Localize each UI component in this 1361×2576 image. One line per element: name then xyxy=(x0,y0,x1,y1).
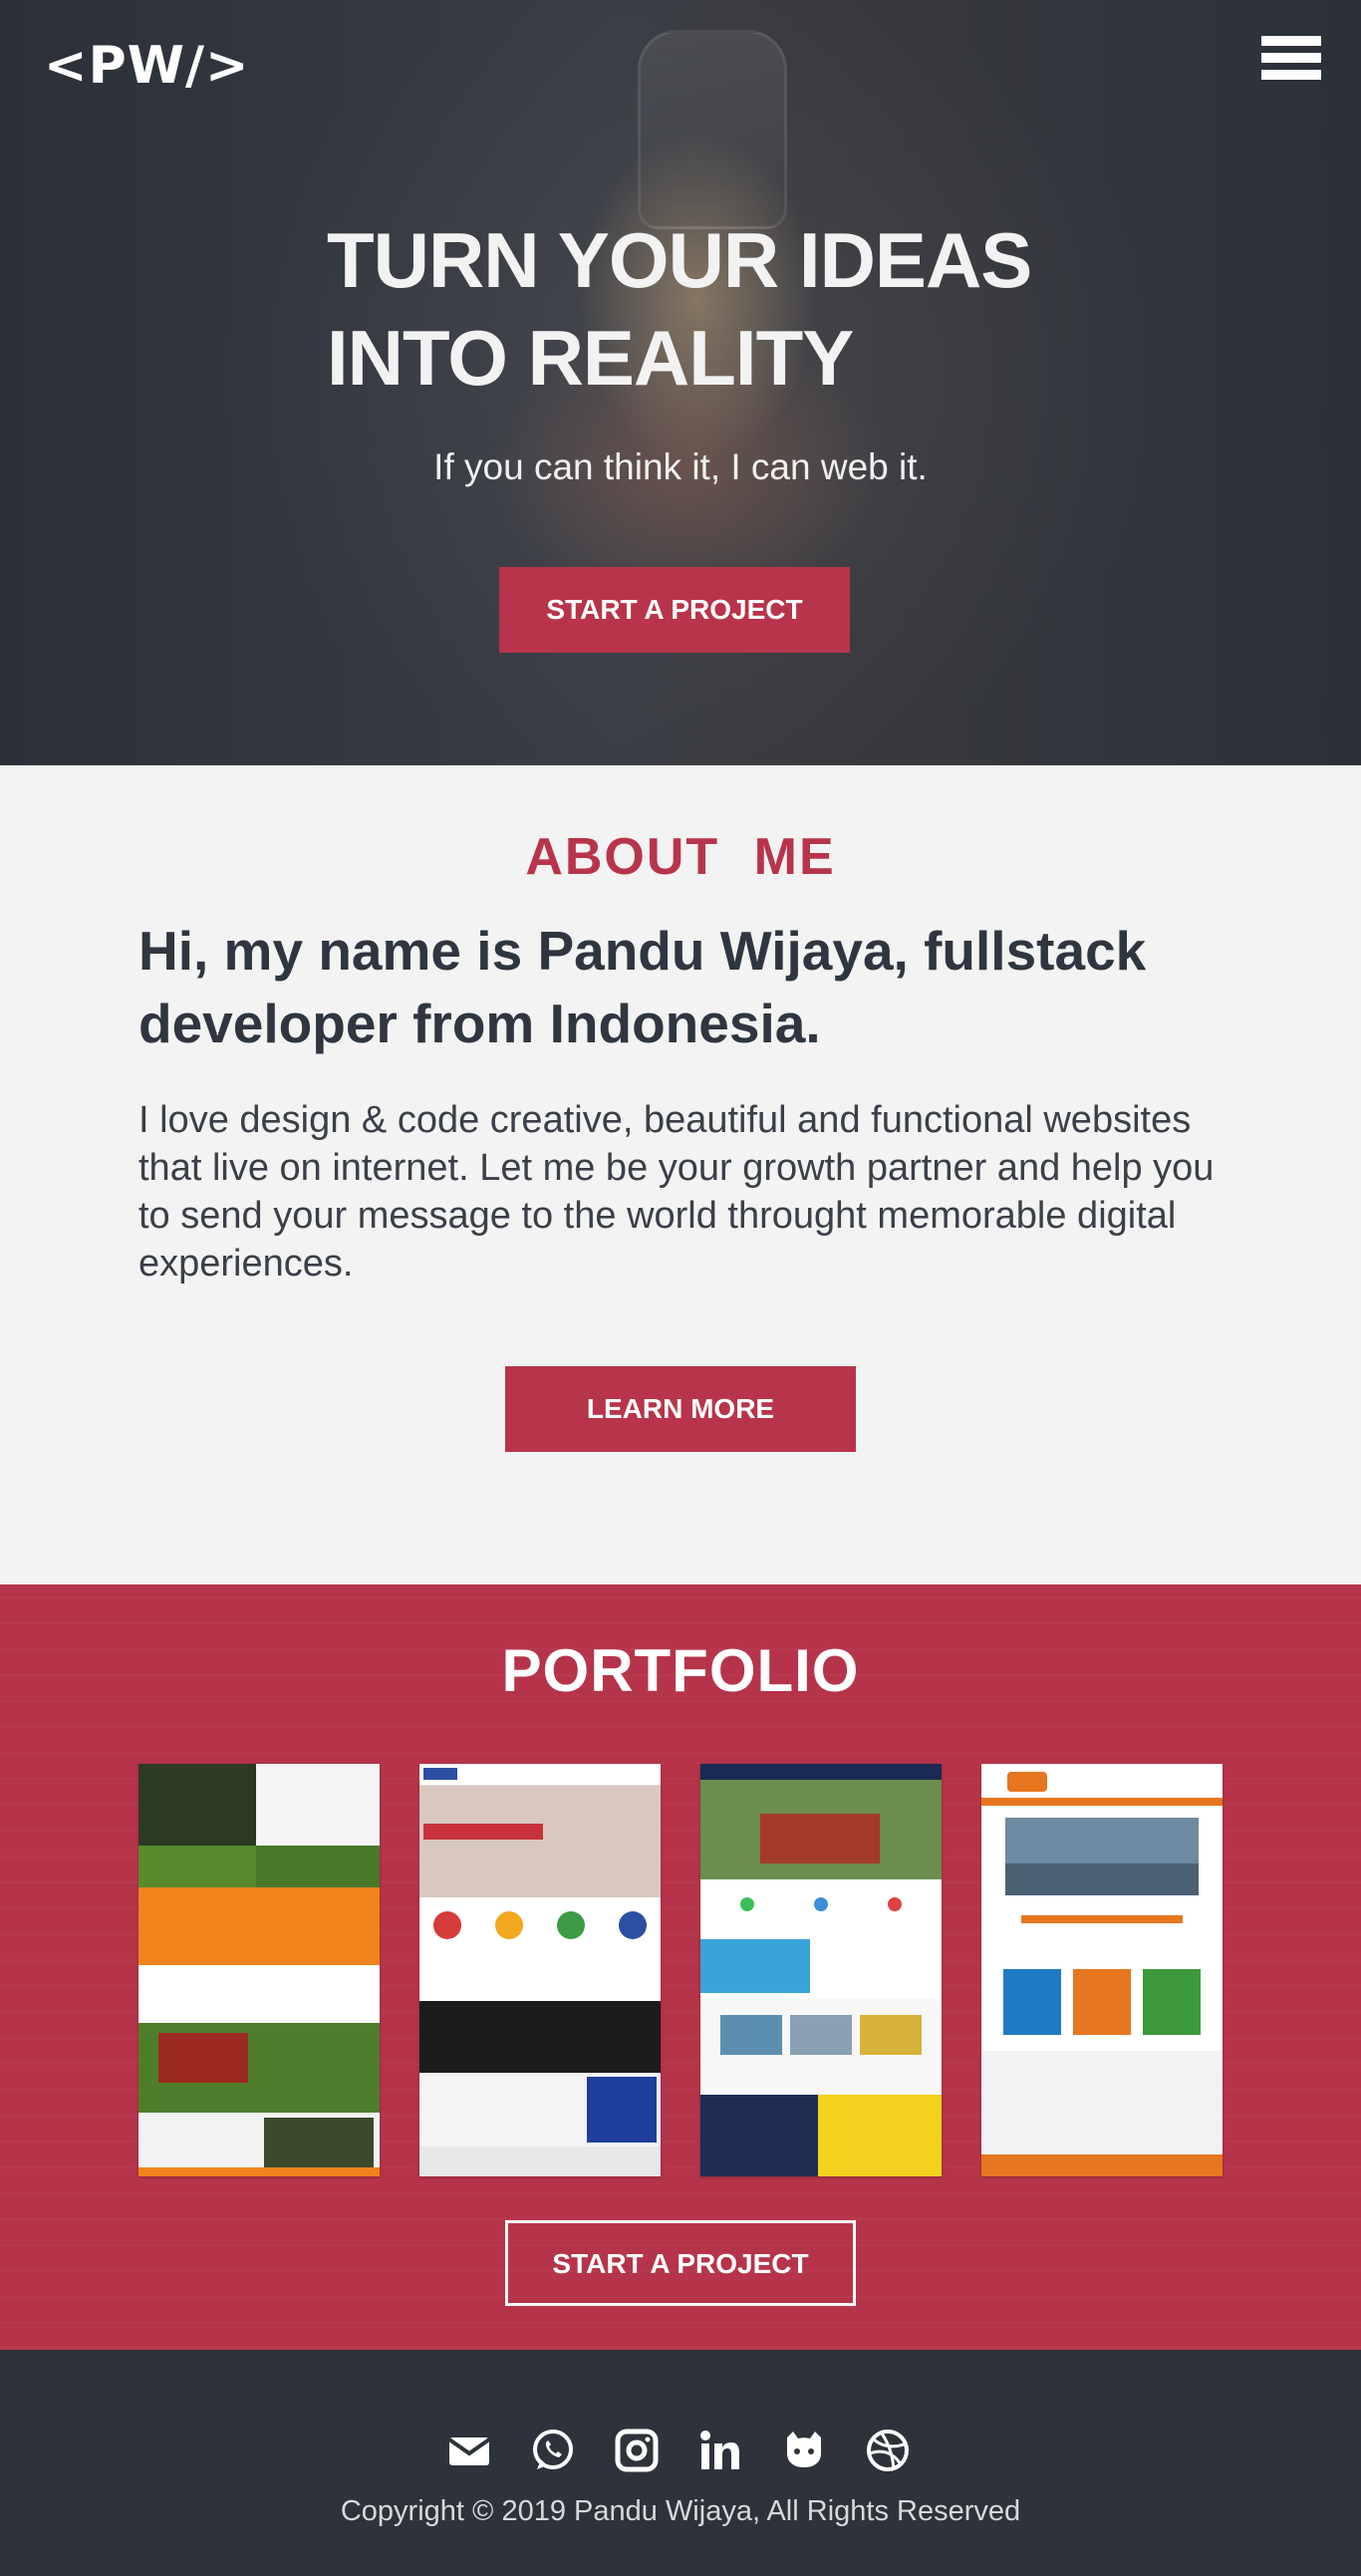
linkedin-icon[interactable] xyxy=(697,2428,743,2473)
portfolio-heading: PORTFOLIO xyxy=(501,1637,860,1704)
portfolio-section: PORTFOLIO START A PROJECT xyxy=(0,1584,1361,2350)
about-section: ABOUT ME Hi, my name is Pandu Wijaya, fu… xyxy=(0,765,1361,1584)
github-icon[interactable] xyxy=(781,2428,827,2473)
hamburger-menu-icon[interactable] xyxy=(1261,36,1321,90)
portfolio-start-project-button[interactable]: START A PROJECT xyxy=(505,2220,856,2306)
lightbulb-image xyxy=(638,30,787,229)
hero-title-line-1: TURN YOUR IDEAS xyxy=(327,216,1032,304)
hero-title: TURN YOUR IDEAS INTO REALITY xyxy=(327,211,1104,407)
portfolio-item-fraser[interactable] xyxy=(700,1764,942,2176)
portfolio-item-lawnscaping[interactable] xyxy=(138,1764,380,2176)
social-links xyxy=(446,2428,915,2477)
about-lead: Hi, my name is Pandu Wijaya, fullstack d… xyxy=(138,920,1147,1054)
portfolio-item-zurich[interactable] xyxy=(419,1764,661,2176)
learn-more-button[interactable]: LEARN MORE xyxy=(505,1366,856,1452)
about-text: I love design & code creative, beautiful… xyxy=(138,1099,1215,1285)
about-heading: ABOUT ME xyxy=(525,828,836,886)
dribbble-icon[interactable] xyxy=(865,2428,911,2473)
hero-subtitle: If you can think it, I can web it. xyxy=(433,446,928,487)
portfolio-item-nepal[interactable] xyxy=(981,1764,1223,2176)
whatsapp-icon[interactable] xyxy=(530,2428,576,2473)
mail-icon[interactable] xyxy=(446,2428,492,2473)
hero-title-line-2: INTO REALITY xyxy=(327,314,854,402)
hero-section: <PW/> TURN YOUR IDEAS INTO REALITY If yo… xyxy=(0,0,1361,765)
site-logo[interactable]: <PW/> xyxy=(44,36,250,96)
start-project-button[interactable]: START A PROJECT xyxy=(499,567,850,653)
instagram-icon[interactable] xyxy=(614,2428,660,2473)
copyright-text: Copyright © 2019 Pandu Wijaya, All Right… xyxy=(340,2495,1021,2527)
footer: Copyright © 2019 Pandu Wijaya, All Right… xyxy=(0,2350,1361,2576)
